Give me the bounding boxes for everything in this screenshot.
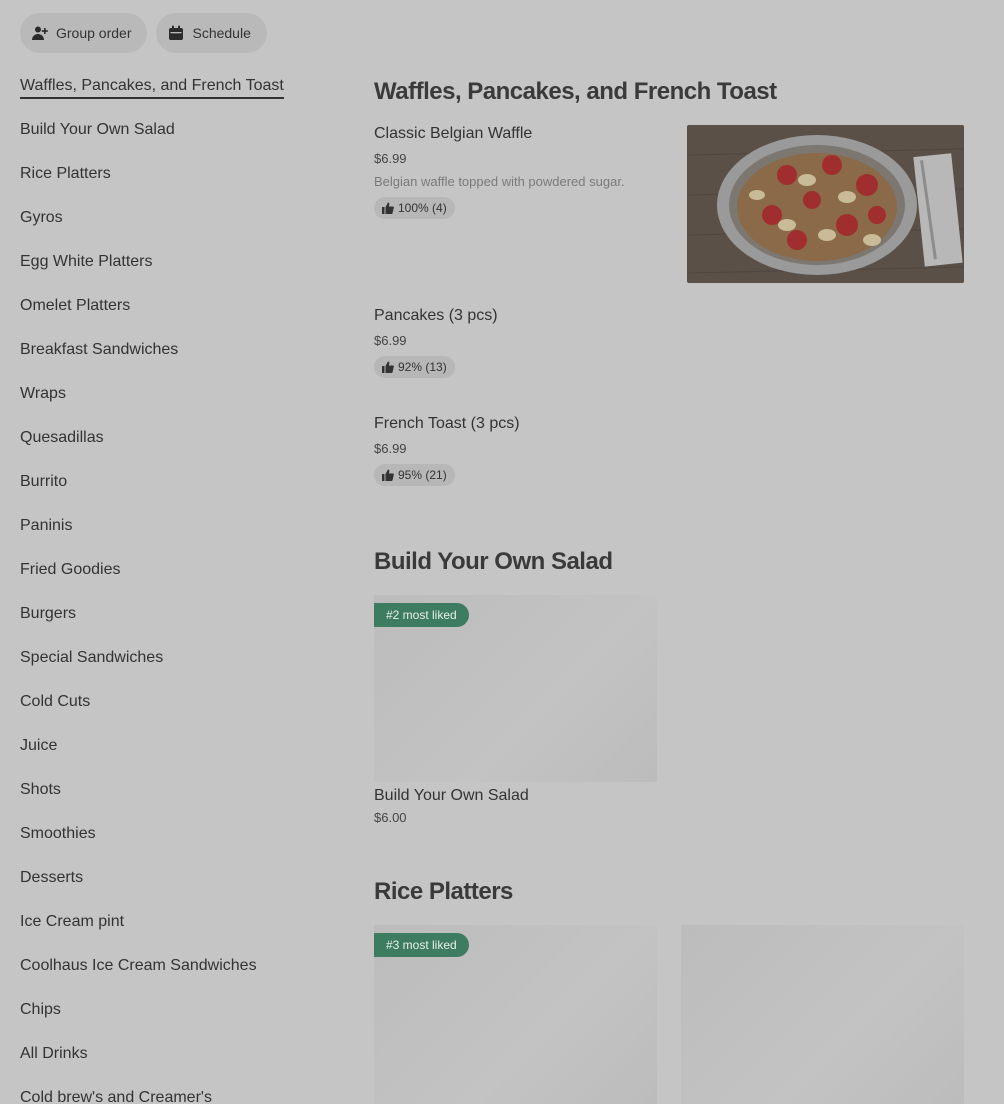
menu-item-classic-belgian-waffle[interactable]: Classic Belgian Waffle $6.99 Belgian waf… xyxy=(374,125,674,219)
rating-badge: 100% (4) xyxy=(374,197,455,219)
sidebar-item-special-sandwiches[interactable]: Special Sandwiches xyxy=(20,647,340,691)
rating-text: 100% (4) xyxy=(398,201,447,215)
sidebar-item-cold-cuts[interactable]: Cold Cuts xyxy=(20,691,340,735)
item-name: French Toast (3 pcs) xyxy=(374,415,520,432)
item-price: $6.99 xyxy=(374,333,407,348)
sidebar-item-coolhaus[interactable]: Coolhaus Ice Cream Sandwiches xyxy=(20,955,340,999)
sidebar-item-wraps[interactable]: Wraps xyxy=(20,383,340,427)
item-price: $6.00 xyxy=(374,810,407,825)
sidebar-item-burrito[interactable]: Burrito xyxy=(20,471,340,515)
sidebar-item-burgers[interactable]: Burgers xyxy=(20,603,340,647)
group-order-button[interactable]: Group order xyxy=(20,13,148,53)
sidebar-item-chips[interactable]: Chips xyxy=(20,999,340,1043)
sidebar-item-cold-brews[interactable]: Cold brew's and Creamer's xyxy=(20,1087,340,1104)
sidebar-item-paninis[interactable]: Paninis xyxy=(20,515,340,559)
group-order-label: Group order xyxy=(56,25,132,41)
sidebar-item-gyros[interactable]: Gyros xyxy=(20,207,340,251)
waffle-photo[interactable] xyxy=(687,125,964,283)
sidebar-item-fried-goodies[interactable]: Fried Goodies xyxy=(20,559,340,603)
top-actions: Group order Schedule xyxy=(20,13,267,53)
menu-item-build-your-own-salad[interactable]: Build Your Own Salad $6.00 xyxy=(374,787,657,825)
sidebar-item-ice-cream-pint[interactable]: Ice Cream pint xyxy=(20,911,340,955)
sidebar-item-desserts[interactable]: Desserts xyxy=(20,867,340,911)
rice-card-image-2[interactable] xyxy=(681,925,964,1104)
item-name: Pancakes (3 pcs) xyxy=(374,307,498,324)
sidebar-item-juice[interactable]: Juice xyxy=(20,735,340,779)
schedule-button[interactable]: Schedule xyxy=(156,13,267,53)
schedule-label: Schedule xyxy=(192,25,251,41)
sidebar-item-egg-white-platters[interactable]: Egg White Platters xyxy=(20,251,340,295)
thumbs-up-icon xyxy=(382,202,394,214)
rating-text: 92% (13) xyxy=(398,360,447,374)
most-liked-badge: #2 most liked xyxy=(374,603,469,627)
sidebar-item-all-drinks[interactable]: All Drinks xyxy=(20,1043,340,1087)
sidebar-item-breakfast-sandwiches[interactable]: Breakfast Sandwiches xyxy=(20,339,340,383)
most-liked-badge: #3 most liked xyxy=(374,933,469,957)
sidebar-item-waffles[interactable]: Waffles, Pancakes, and French Toast xyxy=(20,75,284,99)
sidebar-item-quesadillas[interactable]: Quesadillas xyxy=(20,427,340,471)
sidebar-item-smoothies[interactable]: Smoothies xyxy=(20,823,340,867)
menu-item-french-toast[interactable]: French Toast (3 pcs) $6.99 95% (21) xyxy=(374,415,674,486)
rating-text: 95% (21) xyxy=(398,468,447,482)
section-title-salad: Build Your Own Salad xyxy=(374,548,613,575)
thumbs-up-icon xyxy=(382,469,394,481)
rating-badge: 95% (21) xyxy=(374,464,455,486)
menu-item-pancakes[interactable]: Pancakes (3 pcs) $6.99 92% (13) xyxy=(374,307,674,378)
sidebar-item-rice-platters[interactable]: Rice Platters xyxy=(20,163,340,207)
section-title-waffles: Waffles, Pancakes, and French Toast xyxy=(374,78,777,105)
rating-badge: 92% (13) xyxy=(374,356,455,378)
person-add-icon xyxy=(32,26,48,40)
calendar-icon xyxy=(169,25,184,40)
item-name: Classic Belgian Waffle xyxy=(374,125,533,142)
sidebar-item-build-your-own-salad[interactable]: Build Your Own Salad xyxy=(20,119,340,163)
waffle-image xyxy=(687,125,964,283)
sidebar-item-shots[interactable]: Shots xyxy=(20,779,340,823)
item-price: $6.99 xyxy=(374,151,407,166)
item-name: Build Your Own Salad xyxy=(374,787,529,804)
item-description: Belgian waffle topped with powdered suga… xyxy=(374,174,625,189)
sidebar-item-omelet-platters[interactable]: Omelet Platters xyxy=(20,295,340,339)
section-title-rice: Rice Platters xyxy=(374,878,513,905)
thumbs-up-icon xyxy=(382,361,394,373)
item-price: $6.99 xyxy=(374,441,407,456)
category-sidebar: Waffles, Pancakes, and French Toast Buil… xyxy=(20,75,340,1104)
